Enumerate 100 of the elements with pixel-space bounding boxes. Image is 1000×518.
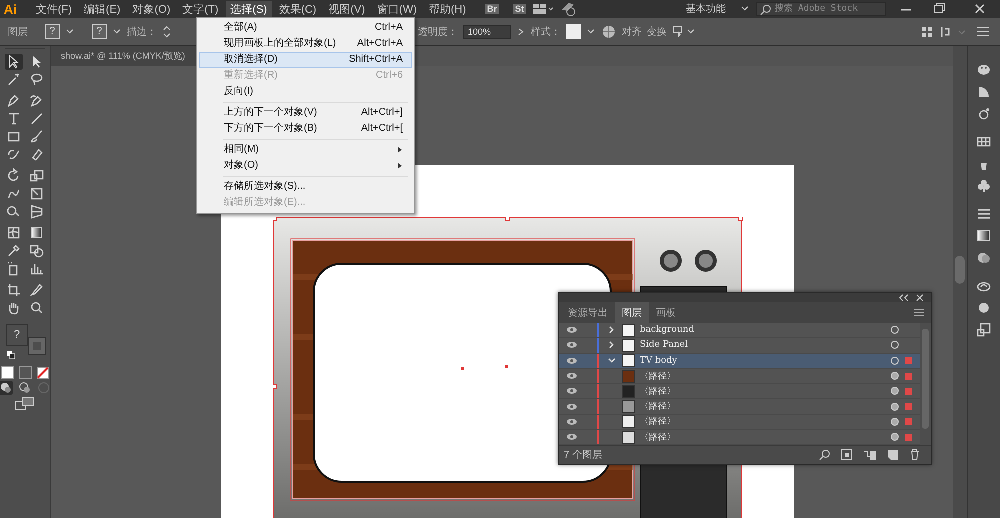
opacity-field[interactable]: 100% bbox=[463, 24, 511, 38]
screen-mode-icon[interactable] bbox=[15, 397, 35, 411]
menu-option[interactable]: 存储所选对象(S)... bbox=[199, 179, 412, 195]
scrollbar-thumb[interactable] bbox=[922, 329, 929, 429]
panel-tab[interactable]: 画板 bbox=[649, 302, 683, 324]
fill-swatch[interactable]: ? bbox=[6, 324, 28, 346]
panel-menu-icon[interactable] bbox=[974, 24, 992, 38]
new-layer-icon[interactable] bbox=[887, 449, 899, 461]
stroke-label[interactable]: 描边： bbox=[127, 24, 157, 38]
eye-icon[interactable] bbox=[566, 356, 578, 365]
layer-row[interactable]: 〈路径〉 bbox=[559, 399, 920, 415]
grid-dots-icon[interactable] bbox=[920, 24, 934, 38]
bridge-button[interactable]: Br bbox=[485, 4, 500, 14]
eye-icon[interactable] bbox=[566, 341, 578, 350]
align-link[interactable]: 对齐 bbox=[622, 24, 642, 38]
transform-link[interactable]: 变换 bbox=[647, 24, 667, 38]
menu-option[interactable]: 全部(A) Ctrl+A bbox=[199, 20, 412, 36]
layer-row[interactable]: TV body bbox=[559, 354, 920, 369]
target-circle-icon[interactable] bbox=[890, 356, 900, 366]
scrollbar-thumb[interactable] bbox=[955, 256, 965, 284]
default-colors-icon[interactable] bbox=[6, 350, 16, 360]
lines-icon[interactable] bbox=[975, 206, 993, 222]
panel-menu-icon[interactable] bbox=[913, 308, 925, 318]
workspace-switcher[interactable]: 基本功能 bbox=[686, 2, 726, 16]
gradient-swatch-icon[interactable] bbox=[975, 228, 993, 244]
color-button[interactable] bbox=[1, 366, 14, 379]
path-name: 〈路径〉 bbox=[640, 386, 676, 398]
chevron-right-icon[interactable] bbox=[516, 26, 526, 36]
blend-icon[interactable] bbox=[28, 243, 46, 259]
menu-item[interactable]: 选择(S) bbox=[226, 0, 272, 18]
menu-option[interactable]: 下方的下一个对象(B) Alt+Ctrl+[ bbox=[199, 121, 412, 137]
close-icon[interactable] bbox=[915, 294, 925, 302]
stock-search-field[interactable]: 搜索 Adobe Stock bbox=[756, 2, 886, 16]
menu-item[interactable]: 文件(F) bbox=[31, 0, 78, 18]
menu-item[interactable]: 编辑(E) bbox=[79, 0, 126, 18]
search-icon[interactable] bbox=[819, 449, 831, 461]
menu-option[interactable]: 对象(O) bbox=[199, 158, 412, 174]
draw-behind-icon[interactable] bbox=[18, 381, 32, 395]
eye-icon[interactable] bbox=[566, 387, 578, 396]
knife-icon[interactable] bbox=[28, 282, 46, 298]
path-name: 〈路径〉 bbox=[640, 370, 676, 383]
arrange-documents-icon[interactable] bbox=[532, 2, 554, 16]
squares-icon[interactable] bbox=[975, 322, 993, 338]
panel-tab[interactable]: 图层 bbox=[615, 302, 649, 324]
eye-icon[interactable] bbox=[566, 402, 578, 411]
menu-item[interactable]: 窗口(W) bbox=[372, 0, 422, 18]
menu-item[interactable]: 帮助(H) bbox=[424, 0, 472, 18]
collapse-icon[interactable] bbox=[898, 294, 910, 302]
isolate-icon[interactable] bbox=[672, 24, 696, 38]
target-circle-icon[interactable] bbox=[890, 416, 900, 427]
stock-button[interactable]: St bbox=[513, 4, 526, 14]
opacity-label[interactable]: 透明度： bbox=[418, 24, 458, 38]
stroke-swatch[interactable]: ? bbox=[92, 24, 107, 39]
menu-option[interactable]: 上方的下一个对象(V) Alt+Ctrl+] bbox=[199, 105, 412, 121]
eye-icon[interactable] bbox=[566, 326, 578, 334]
none-swatch-icon[interactable] bbox=[37, 366, 49, 378]
selection-label: 图层 bbox=[8, 26, 28, 38]
path-name: 〈路径〉 bbox=[640, 400, 676, 414]
spinner-icon[interactable] bbox=[162, 24, 172, 40]
menu-item[interactable]: 对象(O) bbox=[128, 0, 176, 18]
fill-swatch[interactable]: ? bbox=[45, 24, 60, 39]
target-circle-icon[interactable] bbox=[890, 402, 900, 412]
draw-normal-icon[interactable] bbox=[0, 381, 13, 395]
caret-icon[interactable] bbox=[65, 28, 75, 36]
layer-thumbnail bbox=[622, 324, 635, 337]
menu-item[interactable]: 视图(V) bbox=[324, 0, 370, 18]
club-icon[interactable] bbox=[975, 178, 993, 194]
eye-icon[interactable] bbox=[566, 372, 578, 380]
overlapping-circles-icon[interactable] bbox=[975, 250, 993, 266]
layer-row[interactable]: 〈路径〉 bbox=[559, 368, 920, 384]
caret-icon[interactable] bbox=[586, 28, 596, 36]
target-circle-icon[interactable] bbox=[890, 386, 900, 396]
layer-count: 7 个图层 bbox=[564, 449, 602, 462]
panel-tab[interactable]: 资源导出 bbox=[561, 302, 615, 324]
caret-icon[interactable] bbox=[112, 28, 122, 36]
caret-icon[interactable] bbox=[740, 5, 750, 13]
eye-icon[interactable] bbox=[566, 418, 578, 426]
menu-option[interactable]: 取消选择(D) Shift+Ctrl+A bbox=[199, 52, 412, 68]
style-swatch[interactable] bbox=[566, 24, 581, 39]
layer-row[interactable]: 〈路径〉 bbox=[559, 384, 920, 400]
menu-option[interactable]: 相同(M) bbox=[199, 142, 412, 158]
path-thumbnail bbox=[622, 384, 635, 398]
recolor-icon[interactable] bbox=[601, 24, 617, 40]
stroke-swatch[interactable] bbox=[29, 338, 45, 354]
new-sublayer-icon[interactable] bbox=[863, 449, 877, 461]
layer-name: TV body bbox=[640, 356, 678, 366]
target-circle-icon[interactable] bbox=[890, 340, 900, 350]
target-circle-icon[interactable] bbox=[890, 325, 900, 336]
target-circle-icon[interactable] bbox=[890, 432, 900, 442]
target-circle-icon[interactable] bbox=[890, 371, 900, 382]
scale-icon[interactable] bbox=[28, 168, 46, 184]
menu-option[interactable]: 反向(I) bbox=[199, 84, 412, 100]
trash-icon[interactable] bbox=[909, 449, 921, 461]
clipping-mask-icon[interactable] bbox=[841, 449, 853, 461]
eye-icon[interactable] bbox=[566, 433, 578, 442]
layer-thumbnail bbox=[622, 338, 635, 352]
menu-item[interactable]: 文字(T) bbox=[178, 0, 224, 18]
layer-row[interactable]: background bbox=[559, 323, 920, 338]
layer-row[interactable]: 〈路径〉 bbox=[559, 414, 920, 430]
menu-item[interactable]: 效果(C) bbox=[274, 0, 322, 18]
